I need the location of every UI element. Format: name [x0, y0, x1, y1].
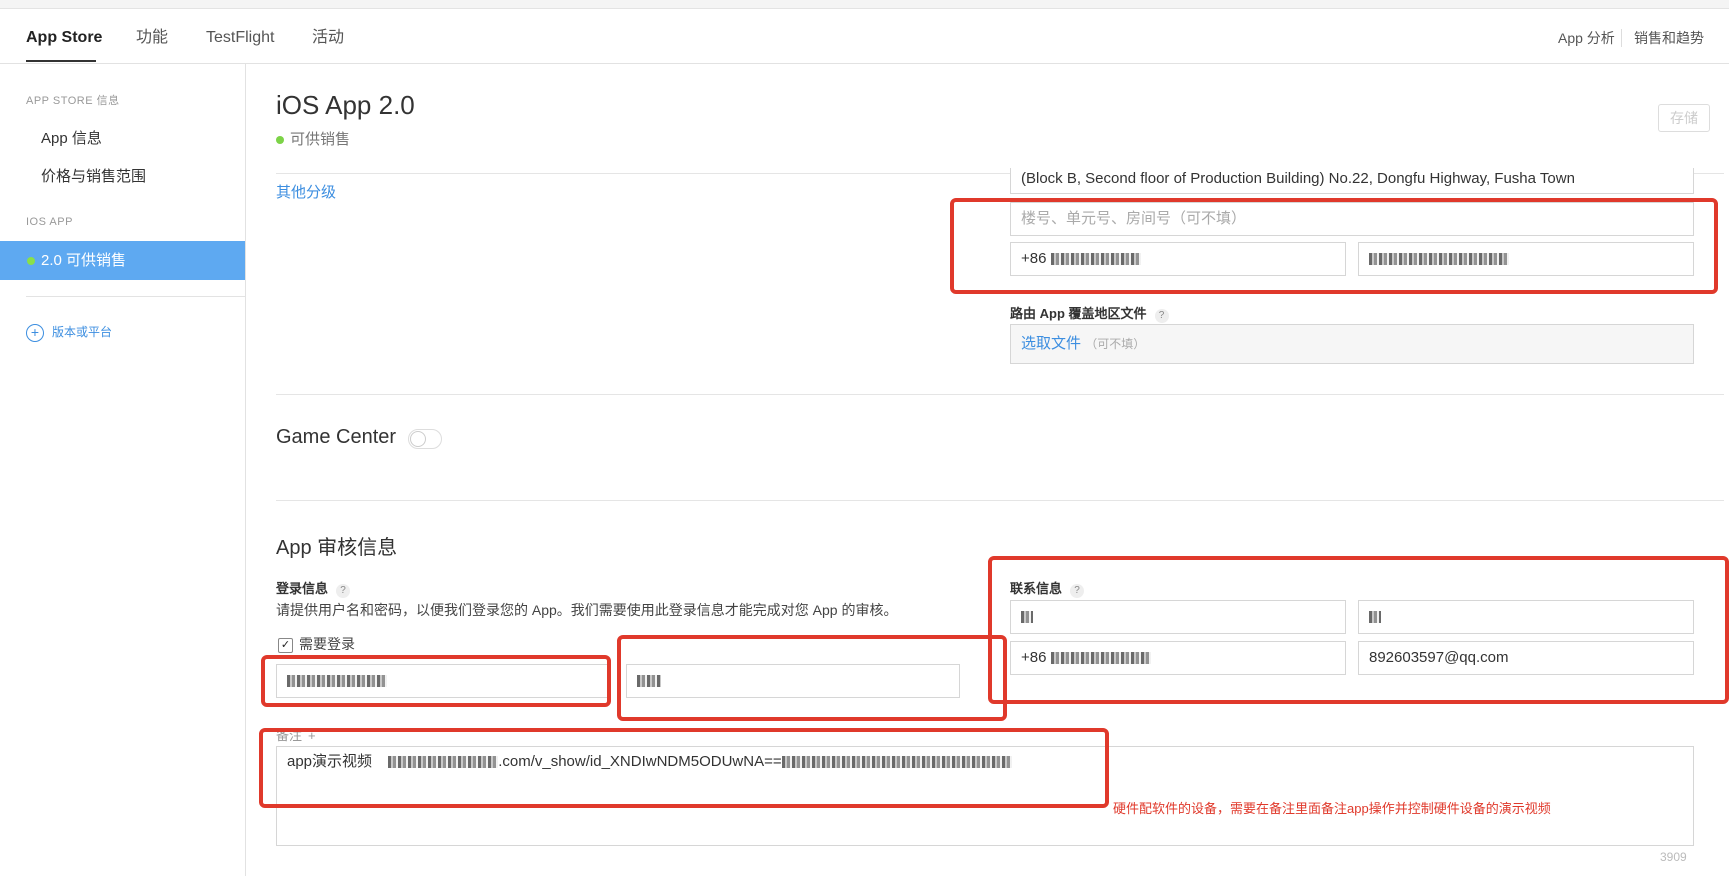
redacted-email [1369, 253, 1509, 266]
plus-icon: + [26, 323, 44, 342]
plus-icon: + [308, 728, 316, 743]
tab-features[interactable]: 功能 [136, 9, 168, 63]
checkmark-icon: ✓ [278, 637, 293, 653]
help-icon[interactable]: ? [1154, 309, 1169, 323]
tab-app-store[interactable]: App Store [26, 9, 102, 63]
redacted-first-name [1021, 611, 1033, 624]
need-login-label: 需要登录 [299, 636, 355, 652]
address-phone-field[interactable]: +86 [1010, 242, 1346, 276]
phone-prefix: +86 [1021, 250, 1047, 267]
help-icon[interactable]: ? [336, 584, 351, 598]
sidebar-section-ios-app: IOS APP [26, 216, 73, 228]
address-line-field[interactable]: (Block B, Second floor of Production Bui… [1010, 168, 1694, 194]
address-unit-field[interactable]: 楼号、单元号、房间号（可不填） [1010, 202, 1694, 236]
notes-label: 备注 + [276, 728, 316, 743]
redacted-username [287, 675, 387, 688]
redacted-phone [1050, 253, 1141, 266]
app-review-title: App 审核信息 [276, 537, 398, 559]
sidebar: APP STORE 信息 App 信息 价格与销售范围 IOS APP 2.0 … [0, 64, 246, 876]
game-center-label: Game Center [276, 426, 397, 448]
sidebar-item-label: 2.0 可供销售 [41, 252, 127, 269]
redacted-url-end [781, 756, 1012, 769]
sidebar-section-app-store-info: APP STORE 信息 [26, 95, 120, 107]
toggle-knob [410, 431, 426, 447]
nav-sales-trends[interactable]: 销售和趋势 [1634, 9, 1704, 63]
other-ratings-link[interactable]: 其他分级 [276, 181, 336, 202]
status-badge: 可供销售 [276, 128, 350, 149]
add-platform-label: 版本或平台 [52, 325, 113, 339]
phone-prefix: +86 [1021, 649, 1047, 666]
notes-textarea[interactable]: app演示视频 .com/v_show/id_XNDIwNDM5ODUwNA== [276, 746, 1694, 846]
need-login-checkbox[interactable]: ✓ 需要登录 [278, 634, 355, 654]
contact-last-name-field[interactable] [1358, 600, 1694, 634]
sidebar-item-app-info[interactable]: App 信息 [41, 127, 102, 148]
contact-phone-field[interactable]: +86 [1010, 641, 1346, 675]
top-nav-bar: App Store 功能 TestFlight 活动 App 分析 销售和趋势 [0, 9, 1729, 64]
notes-prefix-text: app演示视频 [287, 753, 373, 770]
redacted-phone [1050, 652, 1151, 665]
sidebar-divider [26, 296, 245, 297]
redacted-url-start [388, 756, 499, 769]
active-tab-underline [26, 60, 96, 62]
character-counter: 3909 [1660, 850, 1687, 864]
section-divider [276, 500, 1724, 501]
notes-url-text: .com/v_show/id_XNDIwNDM5ODUwNA== [498, 753, 782, 770]
save-button[interactable]: 存储 [1658, 104, 1710, 132]
contact-info-label: 联系信息? [1010, 578, 1085, 598]
add-version-platform-button[interactable]: + 版本或平台 [26, 323, 112, 342]
section-divider [276, 394, 1724, 395]
login-info-label: 登录信息? [276, 578, 351, 598]
status-text: 可供销售 [290, 131, 351, 148]
game-center-toggle[interactable] [408, 429, 442, 449]
route-file-label: 路由 App 覆盖地区文件? [1010, 303, 1169, 323]
status-dot-icon [27, 257, 35, 265]
annotation-text: 硬件配软件的设备，需要在备注里面备注app操作并控制硬件设备的演示视频 [1113, 801, 1551, 816]
nav-app-analytics[interactable]: App 分析 [1558, 9, 1615, 63]
redacted-password [637, 675, 661, 688]
sidebar-item-pricing[interactable]: 价格与销售范围 [41, 165, 146, 186]
route-file-field: 选取文件 （可不填） [1010, 324, 1694, 364]
page-title: iOS App 2.0 [276, 90, 415, 120]
help-icon[interactable]: ? [1070, 584, 1085, 598]
tab-activity[interactable]: 活动 [312, 9, 344, 63]
login-info-description: 请提供用户名和密码，以便我们登录您的 App。我们需要使用此登录信息才能完成对您… [276, 602, 898, 618]
redacted-last-name [1369, 611, 1381, 624]
contact-first-name-field[interactable] [1010, 600, 1346, 634]
contact-email-field[interactable]: 892603597@qq.com [1358, 641, 1694, 675]
address-email-field[interactable] [1358, 242, 1694, 276]
window-top-strip [0, 0, 1729, 9]
status-dot-icon [276, 136, 284, 145]
password-field[interactable] [626, 664, 960, 698]
optional-hint: （可不填） [1085, 337, 1146, 351]
nav-separator [1621, 29, 1622, 47]
sidebar-item-version-2-0[interactable]: 2.0 可供销售 [0, 241, 245, 280]
choose-file-link[interactable]: 选取文件 [1021, 335, 1081, 352]
username-field[interactable] [276, 664, 608, 698]
tab-testflight[interactable]: TestFlight [206, 9, 274, 63]
